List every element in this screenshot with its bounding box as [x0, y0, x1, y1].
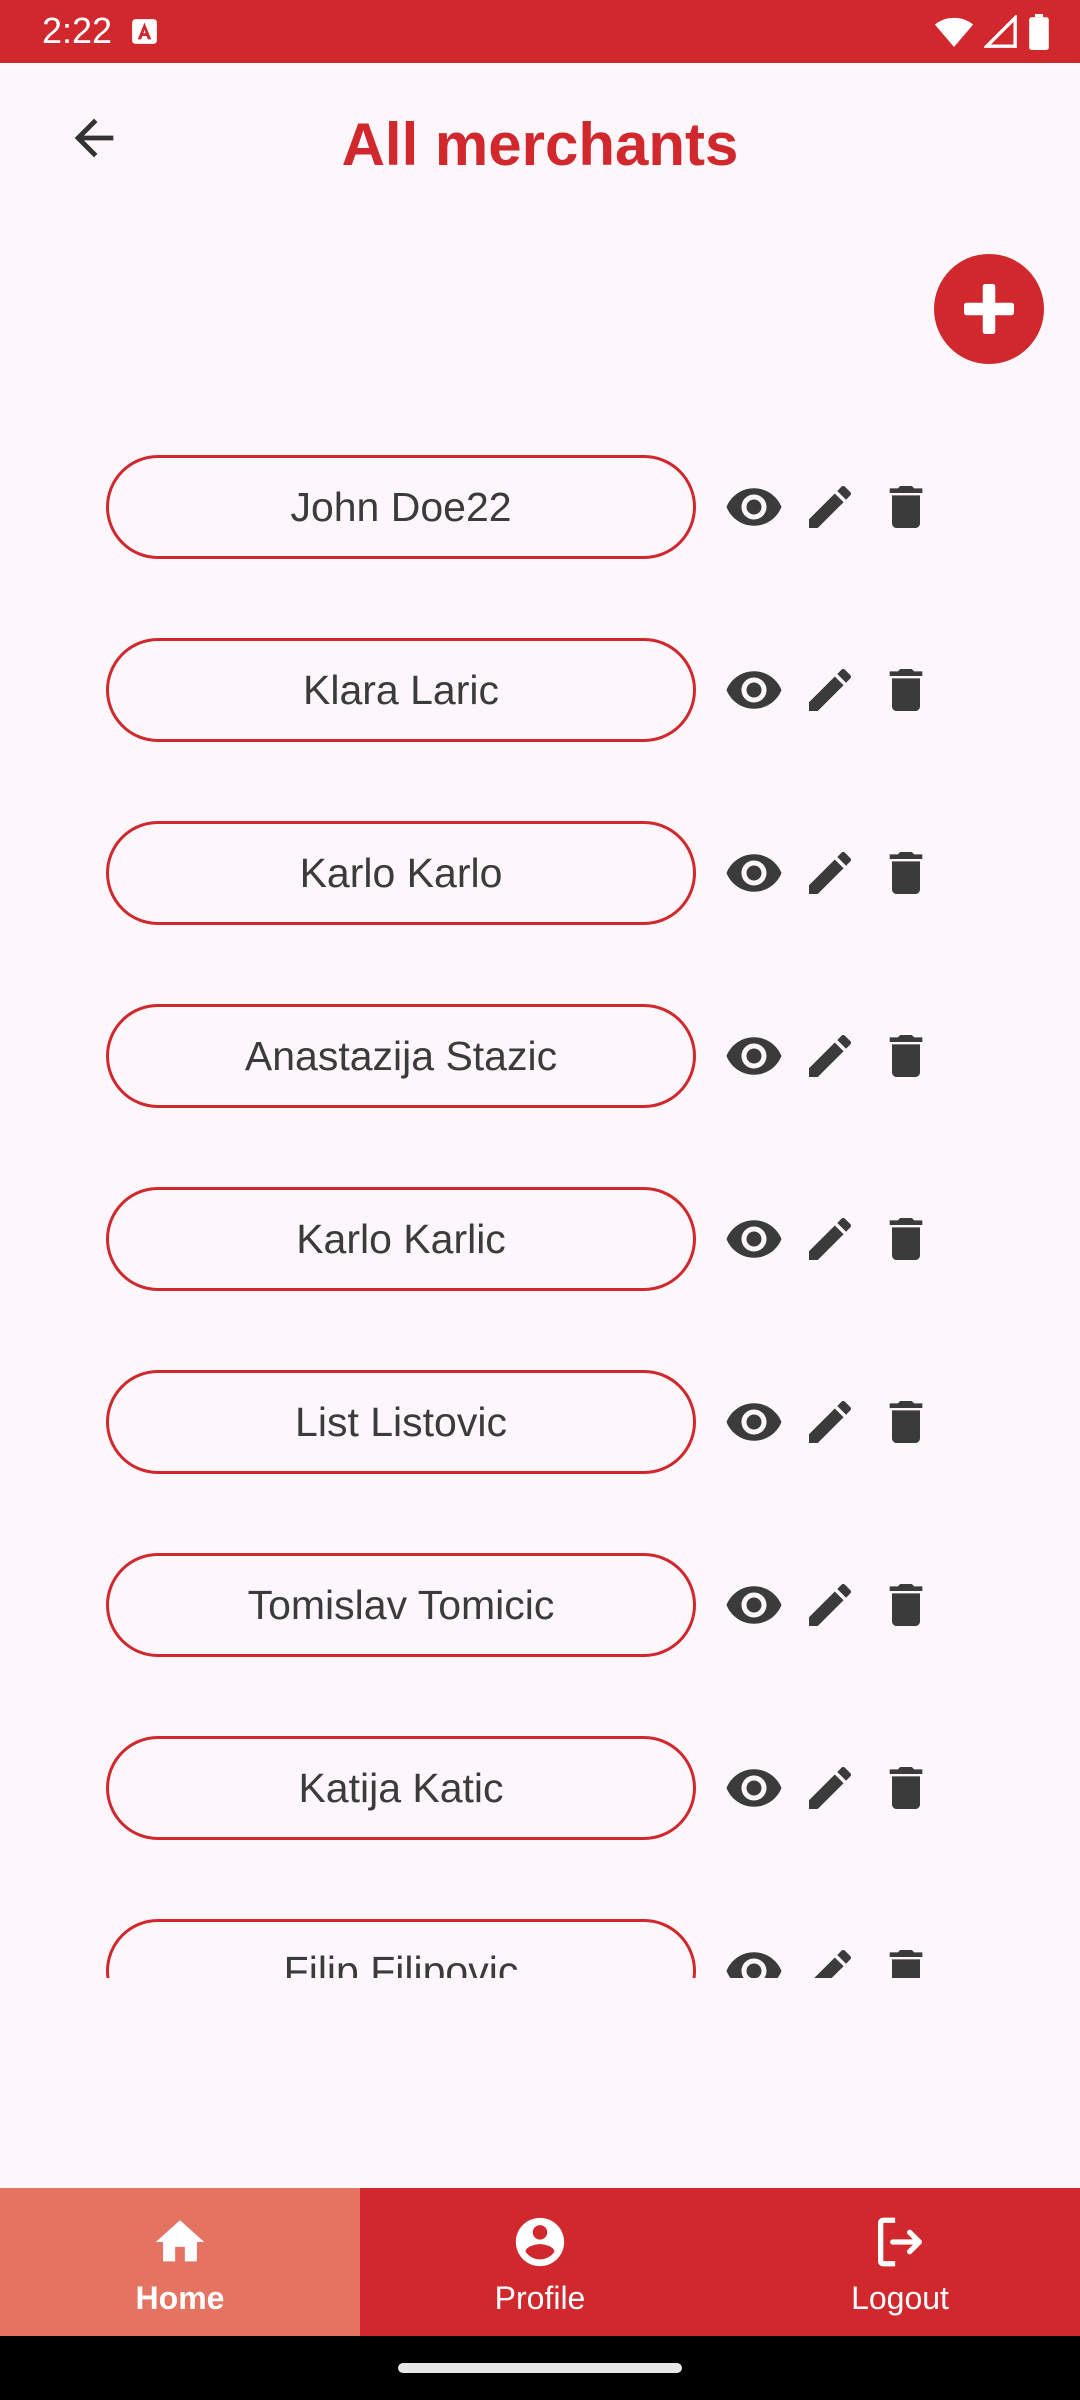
trash-icon: [889, 486, 923, 528]
eye-icon: [726, 1220, 782, 1258]
view-merchant-button[interactable]: [724, 1575, 784, 1635]
merchant-row: List Listovic: [0, 1370, 1080, 1474]
trash-icon: [889, 1218, 923, 1260]
merchant-name-button[interactable]: Anastazija Stazic: [106, 1004, 696, 1108]
delete-merchant-button[interactable]: [876, 1941, 936, 1978]
nav-logout[interactable]: Logout: [720, 2188, 1080, 2336]
home-icon: [155, 2220, 205, 2262]
trash-icon: [889, 1767, 923, 1809]
view-merchant-button[interactable]: [724, 1209, 784, 1269]
pencil-icon: [809, 851, 852, 894]
home-gesture-handle[interactable]: [398, 2363, 682, 2373]
edit-merchant-button[interactable]: [800, 1941, 860, 1978]
pencil-icon: [809, 485, 852, 528]
eye-icon: [726, 854, 782, 892]
edit-merchant-button[interactable]: [800, 1392, 860, 1452]
trash-icon: [889, 1401, 923, 1443]
merchant-name-button[interactable]: John Doe22: [106, 455, 696, 559]
delete-merchant-button[interactable]: [876, 1392, 936, 1452]
edit-merchant-button[interactable]: [800, 1575, 860, 1635]
add-merchant-button[interactable]: [934, 254, 1044, 364]
status-bar: 2:22: [0, 0, 1080, 63]
pencil-icon: [809, 668, 852, 711]
merchant-name-button[interactable]: Klara Laric: [106, 638, 696, 742]
wifi-icon: [934, 17, 974, 47]
edit-merchant-button[interactable]: [800, 1026, 860, 1086]
merchant-name-button[interactable]: Karlo Karlo: [106, 821, 696, 925]
view-merchant-button[interactable]: [724, 1026, 784, 1086]
merchant-name-button[interactable]: Tomislav Tomicic: [106, 1553, 696, 1657]
merchant-row: Anastazija Stazic: [0, 1004, 1080, 1108]
merchant-row: John Doe22: [0, 455, 1080, 559]
pencil-icon: [809, 1400, 852, 1443]
delete-merchant-button[interactable]: [876, 843, 936, 903]
delete-merchant-button[interactable]: [876, 1575, 936, 1635]
status-time: 2:22: [42, 10, 113, 51]
edit-merchant-button[interactable]: [800, 1209, 860, 1269]
plus-icon: [964, 284, 1014, 334]
delete-merchant-button[interactable]: [876, 1209, 936, 1269]
system-navigation-bar: [0, 2336, 1080, 2400]
trash-icon: [889, 1584, 923, 1626]
nav-profile-label: Profile: [494, 2280, 586, 2316]
merchant-row: Filip Filipovic: [0, 1919, 1080, 1978]
pencil-icon: [809, 1034, 852, 1077]
pencil-icon: [814, 1949, 852, 1978]
eye-icon: [726, 1769, 782, 1807]
nav-profile[interactable]: Profile: [360, 2188, 720, 2336]
edit-merchant-button[interactable]: [800, 1758, 860, 1818]
bottom-navigation: Home Profile Logout: [0, 2188, 1080, 2336]
edit-merchant-button[interactable]: [800, 843, 860, 903]
merchant-row: Karlo Karlic: [0, 1187, 1080, 1291]
edit-merchant-button[interactable]: [800, 660, 860, 720]
merchant-name-button[interactable]: Katija Katic: [106, 1736, 696, 1840]
merchant-name-button[interactable]: List Listovic: [106, 1370, 696, 1474]
app-notification-icon: [132, 19, 157, 44]
view-merchant-button[interactable]: [724, 1758, 784, 1818]
eye-icon: [726, 1403, 782, 1441]
edit-merchant-button[interactable]: [800, 477, 860, 537]
cell-signal-icon: [984, 15, 1017, 48]
logout-icon: [878, 2217, 922, 2267]
merchant-name-button[interactable]: Karlo Karlic: [106, 1187, 696, 1291]
status-icons: [934, 12, 1050, 52]
delete-merchant-button[interactable]: [876, 1758, 936, 1818]
pencil-icon: [809, 1217, 852, 1260]
nav-home-label: Home: [135, 2280, 225, 2316]
delete-merchant-button[interactable]: [876, 1026, 936, 1086]
merchant-name-button[interactable]: Filip Filipovic: [106, 1919, 696, 1978]
trash-icon: [889, 1950, 923, 1978]
trash-icon: [889, 1035, 923, 1077]
merchant-row: Tomislav Tomicic: [0, 1553, 1080, 1657]
trash-icon: [889, 852, 923, 894]
app-screen: 2:22 All merchants John Doe22 Klara Lari…: [0, 0, 1080, 2400]
view-merchant-button[interactable]: [724, 843, 784, 903]
battery-icon: [1029, 14, 1049, 50]
delete-merchant-button[interactable]: [876, 660, 936, 720]
eye-icon: [726, 1952, 782, 1978]
delete-merchant-button[interactable]: [876, 477, 936, 537]
nav-home[interactable]: Home: [0, 2188, 360, 2336]
merchant-list[interactable]: John Doe22 Klara Laric Karlo Karlo Anast…: [0, 430, 1080, 1978]
account-circle-icon: [515, 2217, 565, 2267]
eye-icon: [726, 1586, 782, 1624]
pencil-icon: [809, 1583, 852, 1626]
page-title: All merchants: [341, 111, 739, 178]
pencil-icon: [809, 1766, 852, 1809]
eye-icon: [726, 671, 782, 709]
merchant-row: Katija Katic: [0, 1736, 1080, 1840]
view-merchant-button[interactable]: [724, 1392, 784, 1452]
nav-logout-label: Logout: [851, 2280, 949, 2316]
eye-icon: [726, 1037, 782, 1075]
merchant-row: Karlo Karlo: [0, 821, 1080, 925]
trash-icon: [889, 669, 923, 711]
view-merchant-button[interactable]: [724, 660, 784, 720]
eye-icon: [726, 488, 782, 526]
view-merchant-button[interactable]: [724, 1941, 784, 1978]
merchant-row: Klara Laric: [0, 638, 1080, 742]
view-merchant-button[interactable]: [724, 477, 784, 537]
